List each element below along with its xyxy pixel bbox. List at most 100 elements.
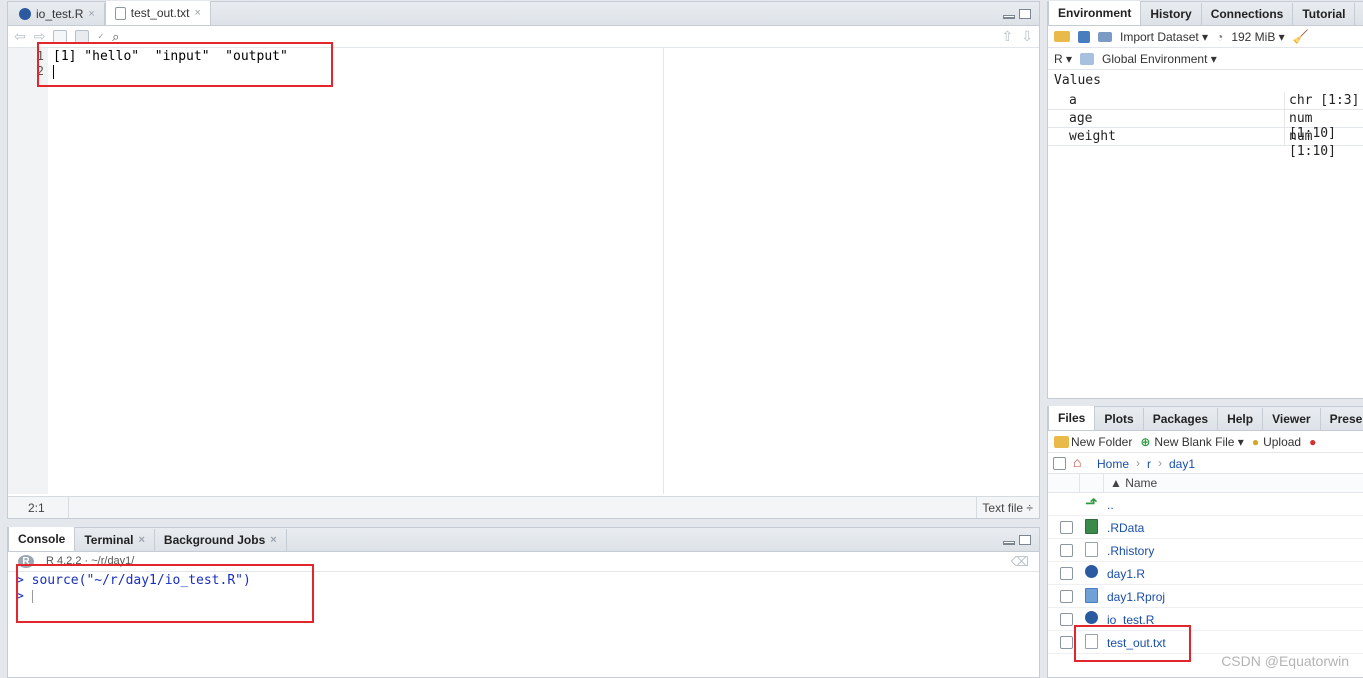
file-checkbox[interactable] [1060,521,1073,534]
new-folder-button[interactable]: New Folder [1071,435,1132,449]
column-divider [1079,474,1080,493]
variable-name: a [1069,93,1077,108]
tab-label: Help [1227,412,1254,426]
home-icon[interactable]: ⌂ [1073,454,1081,470]
memory-usage-button[interactable]: 192 MiB ▾ [1231,30,1284,44]
file-name[interactable]: .. [1107,498,1114,512]
values-header: Values [1054,73,1101,88]
go-up-icon[interactable]: ⇧ [1002,28,1014,45]
back-arrow-icon[interactable]: ⇦ [14,28,26,45]
file-list-header: ▲ Name [1048,474,1363,493]
file-type-selector[interactable]: Text file ÷ [982,501,1033,515]
table-row[interactable]: age num [1:10] [1048,110,1363,141]
watermark: CSDN @Equatorwin [1221,653,1349,669]
env-toolbar: Import Dataset ▾ ◔ 192 MiB ▾ 🧹 [1048,26,1363,48]
margin-guide [663,48,664,494]
list-item[interactable]: day1.Rproj [1048,585,1363,608]
minimize-icon[interactable] [1003,541,1015,545]
tab-terminal[interactable]: Terminal × [75,529,155,551]
tab-label: Connections [1210,7,1284,21]
tab-background-jobs[interactable]: Background Jobs × [155,529,287,551]
env-scope-bar: R ▾ Global Environment ▾ [1048,48,1363,70]
list-item[interactable]: day1.R [1048,562,1363,585]
tab-console[interactable]: Console [8,527,76,551]
files-toolbar: New Folder ⊕ New Blank File ▾ ● Upload ● [1048,431,1363,453]
spellcheck-icon[interactable]: ✓ [97,32,104,41]
highlight-box-console [16,564,314,623]
up-arrow-icon[interactable]: ⬏ [1085,494,1098,512]
file-checkbox[interactable] [1060,636,1073,649]
go-down-icon[interactable]: ⇩ [1021,28,1033,45]
tab-connections[interactable]: Connections [1202,3,1294,25]
file-name[interactable]: day1.Rproj [1107,590,1165,604]
file-checkbox[interactable] [1060,544,1073,557]
tab-label: Console [18,532,66,546]
list-item[interactable]: ⬏ .. [1048,493,1363,516]
maximize-icon[interactable] [1019,9,1031,19]
status-divider [68,497,69,518]
list-item[interactable]: .Rhistory [1048,539,1363,562]
file-checkbox[interactable] [1060,567,1073,580]
table-row[interactable]: a chr [1:3] [1048,92,1363,110]
close-icon[interactable]: × [195,7,201,19]
tab-label: Terminal [84,533,134,547]
tab-label: Files [1058,411,1086,425]
rproj-icon [1085,588,1098,603]
tab-label: Viewer [1272,412,1311,426]
open-folder-icon[interactable] [1054,31,1070,42]
close-icon[interactable]: × [270,534,276,546]
grid-icon [1098,31,1112,42]
tab-files[interactable]: Files [1048,406,1096,430]
breadcrumb-home[interactable]: Home [1097,457,1129,471]
variable-name: age [1069,111,1093,126]
tab-label: Tutorial [1302,7,1346,21]
env-tabbar: Environment History Connections Tutorial [1048,1,1363,26]
close-icon[interactable]: × [88,8,94,20]
name-column-header[interactable]: ▲ Name [1110,476,1157,490]
import-dataset-button[interactable]: Import Dataset ▾ [1120,30,1208,44]
table-row[interactable]: weight num [1:10] [1048,128,1363,159]
clear-console-icon[interactable]: ⌫ [1011,554,1029,570]
plus-icon: ⊕ [1140,434,1151,449]
tab-label: History [1150,7,1192,21]
tab-viewer[interactable]: Viewer [1263,408,1321,430]
tab-tutorial[interactable]: Tutorial [1293,3,1356,25]
text-editor[interactable]: [1] "hello" "input" "output" [48,48,1039,494]
save-icon[interactable] [1078,30,1090,43]
highlight-box-output [37,42,333,87]
minimize-icon[interactable] [1003,15,1015,19]
select-all-checkbox[interactable] [1053,457,1066,470]
file-checkbox[interactable] [1060,590,1073,603]
language-selector[interactable]: R ▾ [1054,52,1072,66]
tab-presentation[interactable]: Present [1321,408,1363,430]
tab-packages[interactable]: Packages [1144,408,1219,430]
r-file-icon [19,8,31,20]
tab-history[interactable]: History [1141,3,1202,25]
file-name[interactable]: .RData [1107,521,1144,535]
variable-name: weight [1069,129,1116,144]
delete-icon[interactable]: ● [1309,435,1316,449]
tab-io-test-r[interactable]: io_test.R × [10,3,105,25]
broom-icon[interactable]: 🧹 [1293,29,1309,45]
tab-environment[interactable]: Environment [1048,1,1142,25]
breadcrumb-r[interactable]: r [1147,457,1151,471]
file-name[interactable]: .Rhistory [1107,544,1154,558]
upload-button[interactable]: Upload [1263,435,1301,449]
breadcrumb-separator: › [1158,456,1162,470]
tab-plots[interactable]: Plots [1095,408,1144,430]
files-tabbar: Files Plots Packages Help Viewer Present [1048,406,1363,431]
column-divider [1103,474,1104,493]
list-item[interactable]: .RData [1048,516,1363,539]
maximize-icon[interactable] [1019,535,1031,545]
tab-help[interactable]: Help [1218,408,1264,430]
breadcrumb-day1[interactable]: day1 [1169,457,1195,471]
close-icon[interactable]: × [138,534,144,546]
file-name[interactable]: day1.R [1107,567,1145,581]
tab-label: io_test.R [36,7,84,21]
highlight-box-file [1074,625,1191,662]
scope-selector[interactable]: Global Environment ▾ [1102,52,1217,66]
upload-icon: ● [1251,434,1260,449]
file-checkbox[interactable] [1060,613,1073,626]
new-blank-file-button[interactable]: New Blank File ▾ [1154,435,1243,449]
tab-test-out-txt[interactable]: test_out.txt × [104,1,211,25]
